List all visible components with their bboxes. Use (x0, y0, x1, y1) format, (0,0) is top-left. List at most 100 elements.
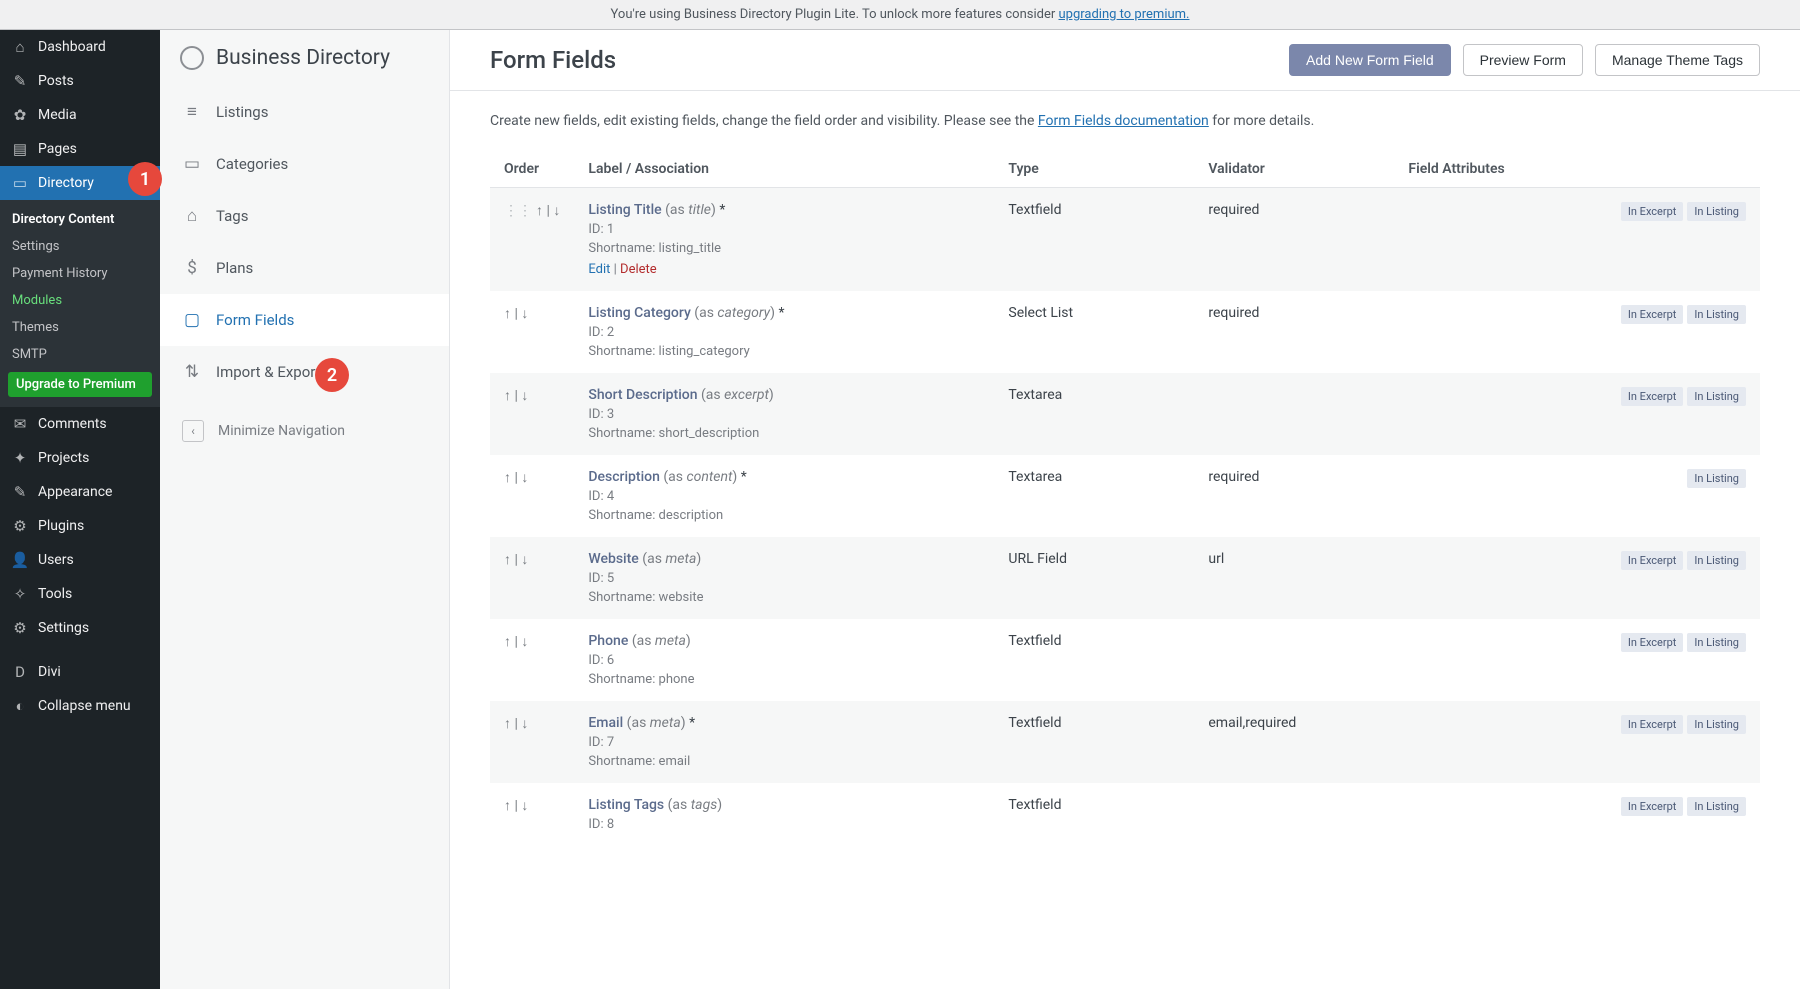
attrs-cell: In Listing (1394, 455, 1760, 537)
field-row: ↑ | ↓Listing Tags (as tags)ID: 8Textfiel… (490, 783, 1760, 846)
move-down-icon[interactable]: ↓ (553, 203, 560, 219)
move-up-icon[interactable]: ↑ (504, 798, 511, 814)
nav-label: Plugins (38, 518, 84, 534)
required-mark: * (778, 305, 784, 321)
wp-nav-comments[interactable]: ✉Comments (0, 407, 160, 441)
wp-nav-settings[interactable]: ⚙Settings (0, 611, 160, 645)
required-mark: * (689, 715, 695, 731)
nav-label: Directory (38, 175, 94, 191)
badge-listing: In Listing (1687, 305, 1746, 324)
move-down-icon[interactable]: ↓ (521, 634, 528, 650)
field-name-link[interactable]: Website (588, 551, 638, 567)
field-row: ↑ | ↓Email (as meta) *ID: 7Shortname: em… (490, 701, 1760, 783)
manage-tags-button[interactable]: Manage Theme Tags (1595, 44, 1760, 76)
plugin-nav-categories[interactable]: ▭Categories (160, 138, 449, 190)
attrs-cell: In ExcerptIn Listing (1394, 291, 1760, 373)
col-attrs[interactable]: Field Attributes (1394, 151, 1760, 188)
nav-label: Settings (38, 620, 89, 636)
badge-excerpt: In Excerpt (1621, 202, 1684, 221)
wp-sub-upgrade-to-premium[interactable]: Upgrade to Premium (8, 372, 152, 397)
move-up-icon[interactable]: ↑ (504, 306, 511, 322)
move-down-icon[interactable]: ↓ (521, 470, 528, 486)
add-field-button[interactable]: Add New Form Field (1289, 44, 1451, 76)
wp-nav-pages[interactable]: ▤Pages (0, 132, 160, 166)
wp-nav-appearance[interactable]: ✎Appearance (0, 475, 160, 509)
col-validator[interactable]: Validator (1194, 151, 1394, 188)
upgrade-link[interactable]: upgrading to premium. (1058, 7, 1189, 22)
field-name-link[interactable]: Short Description (588, 387, 697, 403)
wp-sub-smtp[interactable]: SMTP (0, 341, 160, 368)
move-up-icon[interactable]: ↑ (504, 634, 511, 650)
move-down-icon[interactable]: ↓ (521, 552, 528, 568)
type-cell: Textarea (994, 455, 1194, 537)
edit-link[interactable]: Edit (588, 262, 610, 277)
field-name-link[interactable]: Listing Tags (588, 797, 664, 813)
move-up-icon[interactable]: ↑ (504, 470, 511, 486)
validator-cell (1194, 783, 1394, 846)
field-name-link[interactable]: Listing Category (588, 305, 690, 321)
wp-nav-divi[interactable]: DDivi (0, 655, 160, 689)
docs-link[interactable]: Form Fields documentation (1038, 113, 1209, 129)
wp-nav-collapse-menu[interactable]: ◐Collapse menu (0, 689, 160, 723)
plugin-nav-listings[interactable]: ≡Listings (160, 86, 449, 138)
nav-label: Tools (38, 586, 72, 602)
field-name-link[interactable]: Listing Title (588, 202, 661, 218)
validator-cell: email,required (1194, 701, 1394, 783)
nav-icon: ✉ (10, 415, 30, 433)
field-id: ID: 8 (588, 817, 980, 832)
field-name-link[interactable]: Description (588, 469, 660, 485)
wp-sub-payment-history[interactable]: Payment History (0, 260, 160, 287)
wp-sub-modules[interactable]: Modules (0, 287, 160, 314)
plugin-nav-label: Plans (216, 259, 253, 277)
nav-icon: D (10, 663, 30, 681)
move-down-icon[interactable]: ↓ (521, 716, 528, 732)
plugin-nav-tags[interactable]: ⌂Tags (160, 190, 449, 242)
field-name-link[interactable]: Phone (588, 633, 628, 649)
plugin-nav-import-export[interactable]: ⇅Import & Export (160, 346, 449, 398)
wp-nav-media[interactable]: ✿Media (0, 98, 160, 132)
nav-icon: ✎ (10, 72, 30, 90)
move-up-icon[interactable]: ↑ (504, 388, 511, 404)
preview-form-button[interactable]: Preview Form (1463, 44, 1583, 76)
field-name-link[interactable]: Email (588, 715, 623, 731)
col-type[interactable]: Type (994, 151, 1194, 188)
minimize-nav[interactable]: ‹ Minimize Navigation (160, 406, 449, 456)
attrs-cell: In ExcerptIn Listing (1394, 188, 1760, 292)
nav-icon: ◐ (10, 697, 30, 715)
wp-nav-plugins[interactable]: ⚙Plugins (0, 509, 160, 543)
label-cell: Description (as content) *ID: 4Shortname… (574, 455, 994, 537)
wp-sub-themes[interactable]: Themes (0, 314, 160, 341)
wp-nav-users[interactable]: 👤Users (0, 543, 160, 577)
field-row: ↑ | ↓Website (as meta)ID: 5Shortname: we… (490, 537, 1760, 619)
wp-sub-settings[interactable]: Settings (0, 233, 160, 260)
intro-text: Create new fields, edit existing fields,… (450, 91, 1800, 151)
nav-icon: ✧ (10, 585, 30, 603)
col-order[interactable]: Order (490, 151, 574, 188)
move-down-icon[interactable]: ↓ (521, 798, 528, 814)
col-label[interactable]: Label / Association (574, 151, 994, 188)
drag-handle-icon[interactable]: ⋮⋮ (504, 203, 532, 219)
move-down-icon[interactable]: ↓ (521, 388, 528, 404)
delete-link[interactable]: Delete (620, 262, 657, 277)
nav-label: Projects (38, 450, 89, 466)
field-assoc: (as title) (665, 202, 716, 218)
wp-nav-dashboard[interactable]: ⌂Dashboard (0, 30, 160, 64)
wp-nav-posts[interactable]: ✎Posts (0, 64, 160, 98)
move-up-icon[interactable]: ↑ (504, 716, 511, 732)
plugin-nav-plans[interactable]: $Plans (160, 242, 449, 294)
plugin-nav-label: Form Fields (216, 311, 294, 329)
order-cell: ↑ | ↓ (490, 373, 574, 455)
plugin-nav-form-fields[interactable]: ▢Form Fields (160, 294, 449, 346)
nav-label: Pages (38, 141, 77, 157)
validator-cell (1194, 373, 1394, 455)
label-cell: Listing Tags (as tags)ID: 8 (574, 783, 994, 846)
step-badge-1: 1 (128, 162, 162, 196)
move-down-icon[interactable]: ↓ (521, 306, 528, 322)
order-cell: ⋮⋮↑ | ↓ (490, 188, 574, 292)
wp-nav-projects[interactable]: ✦Projects (0, 441, 160, 475)
wp-sub-directory-content[interactable]: Directory Content (0, 206, 160, 233)
move-up-icon[interactable]: ↑ (504, 552, 511, 568)
field-row: ⋮⋮↑ | ↓Listing Title (as title) *ID: 1Sh… (490, 188, 1760, 292)
move-up-icon[interactable]: ↑ (536, 203, 543, 219)
wp-nav-tools[interactable]: ✧ Tools (0, 577, 160, 611)
